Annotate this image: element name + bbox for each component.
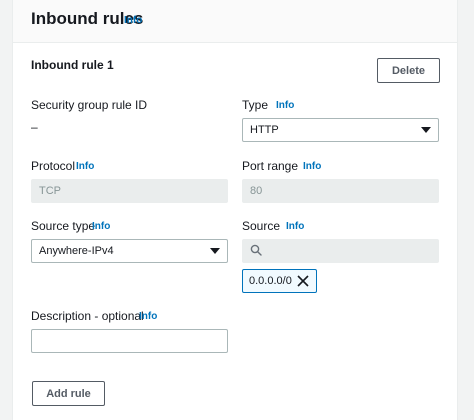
description-input[interactable] (31, 329, 228, 353)
type-select-value: HTTP (250, 124, 279, 136)
source-token: 0.0.0.0/0 (242, 269, 317, 293)
source-type-info-link[interactable]: Info (92, 221, 110, 232)
source-token-label: 0.0.0.0/0 (249, 275, 292, 287)
type-label: Type (242, 98, 269, 112)
source-type-select[interactable]: Anywhere-IPv4 (31, 239, 228, 263)
source-search-input[interactable] (242, 239, 439, 263)
protocol-field: TCP (31, 179, 228, 203)
add-rule-button[interactable]: Add rule (32, 381, 105, 406)
port-range-label: Port range (242, 159, 299, 173)
section-info-link[interactable]: Info (124, 15, 142, 26)
delete-button[interactable]: Delete (377, 58, 440, 83)
caret-down-icon (210, 248, 220, 254)
source-type-label: Source type (31, 219, 96, 233)
port-range-value: 80 (250, 185, 263, 197)
source-label: Source (242, 219, 281, 233)
panel-header: Inbound rules Info (13, 0, 457, 43)
source-info-link[interactable]: Info (286, 221, 304, 232)
close-icon[interactable] (296, 273, 310, 292)
sg-rule-id-label: Security group rule ID (31, 98, 148, 112)
rule-title: Inbound rule 1 (31, 58, 114, 72)
description-label: Description - optional (31, 309, 144, 323)
description-info-link[interactable]: Info (139, 311, 157, 322)
type-select[interactable]: HTTP (242, 118, 439, 142)
protocol-info-link[interactable]: Info (76, 161, 94, 172)
port-range-info-link[interactable]: Info (303, 161, 321, 172)
port-range-field: 80 (242, 179, 439, 203)
protocol-value: TCP (39, 185, 61, 197)
source-type-value: Anywhere-IPv4 (39, 245, 114, 257)
caret-down-icon (421, 127, 431, 133)
search-icon (250, 244, 262, 259)
sg-rule-id-value: – (31, 120, 38, 134)
inbound-rules-panel: Inbound rules Info Inbound rule 1 Delete… (12, 0, 458, 420)
type-info-link[interactable]: Info (276, 100, 294, 111)
protocol-label: Protocol (31, 159, 76, 173)
